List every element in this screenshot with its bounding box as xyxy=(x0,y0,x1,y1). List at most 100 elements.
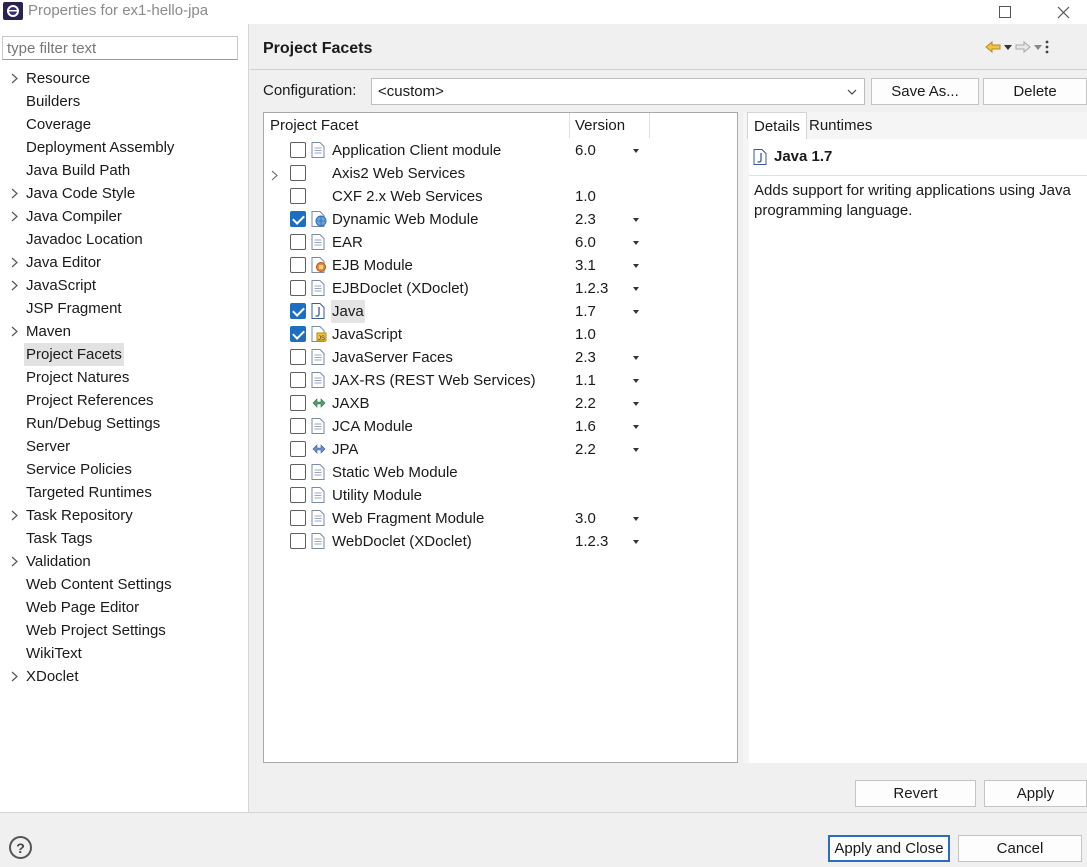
facet-version[interactable]: 6.0 xyxy=(575,139,596,162)
sidebar-item-java-compiler[interactable]: Java Compiler xyxy=(0,205,249,228)
facet-row-webdoclet-xdoclet[interactable]: WebDoclet (XDoclet) 1.2.3 xyxy=(264,530,737,553)
forward-arrow-icon[interactable] xyxy=(1015,39,1031,55)
version-dropdown-icon[interactable] xyxy=(633,448,639,452)
version-dropdown-icon[interactable] xyxy=(633,517,639,521)
facet-checkbox[interactable] xyxy=(290,303,306,319)
version-dropdown-icon[interactable] xyxy=(633,218,639,222)
chevron-right-icon[interactable] xyxy=(8,67,20,90)
sidebar-item-task-repository[interactable]: Task Repository xyxy=(0,504,249,527)
facet-row-axis2-web-services[interactable]: Axis2 Web Services xyxy=(264,162,737,185)
facet-checkbox[interactable] xyxy=(290,372,306,388)
sidebar-item-project-references[interactable]: Project References xyxy=(0,389,249,412)
sidebar-item-wikitext[interactable]: WikiText xyxy=(0,642,249,665)
facet-row-application-client-module[interactable]: Application Client module 6.0 xyxy=(264,139,737,162)
facet-row-cxf-2-x-web-services[interactable]: CXF 2.x Web Services 1.0 xyxy=(264,185,737,208)
chevron-right-icon[interactable] xyxy=(8,665,20,688)
facet-version[interactable]: 3.1 xyxy=(575,254,596,277)
facet-row-javaserver-faces[interactable]: JavaServer Faces 2.3 xyxy=(264,346,737,369)
sidebar-item-server[interactable]: Server xyxy=(0,435,249,458)
close-icon[interactable] xyxy=(1040,0,1086,24)
sidebar-item-java-code-style[interactable]: Java Code Style xyxy=(0,182,249,205)
sidebar-item-java-build-path[interactable]: Java Build Path xyxy=(0,159,249,182)
sidebar-item-xdoclet[interactable]: XDoclet xyxy=(0,665,249,688)
chevron-right-icon[interactable] xyxy=(271,168,279,181)
facet-checkbox[interactable] xyxy=(290,395,306,411)
facet-row-ear[interactable]: EAR 6.0 xyxy=(264,231,737,254)
sidebar-item-run-debug-settings[interactable]: Run/Debug Settings xyxy=(0,412,249,435)
back-arrow-icon[interactable] xyxy=(985,39,1001,55)
facet-checkbox[interactable] xyxy=(290,211,306,227)
version-dropdown-icon[interactable] xyxy=(633,425,639,429)
apply-and-close-button[interactable]: Apply and Close xyxy=(828,835,950,862)
chevron-right-icon[interactable] xyxy=(8,320,20,343)
facet-row-jca-module[interactable]: JCA Module 1.6 xyxy=(264,415,737,438)
sidebar-item-builders[interactable]: Builders xyxy=(0,90,249,113)
facet-version[interactable]: 2.2 xyxy=(575,392,596,415)
version-dropdown-icon[interactable] xyxy=(633,287,639,291)
chevron-right-icon[interactable] xyxy=(8,182,20,205)
revert-button[interactable]: Revert xyxy=(855,780,976,807)
sidebar-item-java-editor[interactable]: Java Editor xyxy=(0,251,249,274)
facet-version[interactable]: 1.7 xyxy=(575,300,596,323)
facet-version[interactable]: 2.3 xyxy=(575,346,596,369)
facet-version[interactable]: 6.0 xyxy=(575,231,596,254)
facet-version[interactable]: 2.2 xyxy=(575,438,596,461)
facet-row-jax-rs-rest-web-services[interactable]: JAX-RS (REST Web Services) 1.1 xyxy=(264,369,737,392)
facet-row-jpa[interactable]: JPA 2.2 xyxy=(264,438,737,461)
facet-checkbox[interactable] xyxy=(290,533,306,549)
cancel-button[interactable]: Cancel xyxy=(958,835,1082,862)
facet-checkbox[interactable] xyxy=(290,234,306,250)
delete-button[interactable]: Delete xyxy=(983,78,1087,105)
save-as-button[interactable]: Save As... xyxy=(871,78,979,105)
sidebar-item-resource[interactable]: Resource xyxy=(0,67,249,90)
facet-checkbox[interactable] xyxy=(290,142,306,158)
sidebar-item-task-tags[interactable]: Task Tags xyxy=(0,527,249,550)
facet-version[interactable]: 1.1 xyxy=(575,369,596,392)
facet-version[interactable]: 1.2.3 xyxy=(575,530,608,553)
version-dropdown-icon[interactable] xyxy=(633,264,639,268)
facet-checkbox[interactable] xyxy=(290,188,306,204)
back-dropdown-icon[interactable] xyxy=(1003,39,1013,55)
version-dropdown-icon[interactable] xyxy=(633,241,639,245)
help-icon[interactable]: ? xyxy=(9,836,32,859)
sidebar-item-javadoc-location[interactable]: Javadoc Location xyxy=(0,228,249,251)
facet-checkbox[interactable] xyxy=(290,349,306,365)
column-header-version[interactable]: Version xyxy=(575,113,625,138)
sidebar-item-service-policies[interactable]: Service Policies xyxy=(0,458,249,481)
sidebar-item-javascript[interactable]: JavaScript xyxy=(0,274,249,297)
facet-checkbox[interactable] xyxy=(290,257,306,273)
facet-version[interactable]: 1.6 xyxy=(575,415,596,438)
version-dropdown-icon[interactable] xyxy=(633,402,639,406)
version-dropdown-icon[interactable] xyxy=(633,310,639,314)
chevron-right-icon[interactable] xyxy=(8,251,20,274)
chevron-right-icon[interactable] xyxy=(8,504,20,527)
version-dropdown-icon[interactable] xyxy=(633,540,639,544)
facet-checkbox[interactable] xyxy=(290,487,306,503)
filter-input[interactable] xyxy=(2,36,238,60)
facet-row-utility-module[interactable]: Utility Module xyxy=(264,484,737,507)
sidebar-item-deployment-assembly[interactable]: Deployment Assembly xyxy=(0,136,249,159)
facet-version[interactable]: 2.3 xyxy=(575,208,596,231)
column-header-facet[interactable]: Project Facet xyxy=(270,113,358,138)
facet-row-static-web-module[interactable]: Static Web Module xyxy=(264,461,737,484)
forward-dropdown-icon[interactable] xyxy=(1033,39,1043,55)
facet-row-ejbdoclet-xdoclet[interactable]: EJBDoclet (XDoclet) 1.2.3 xyxy=(264,277,737,300)
facet-row-java[interactable]: Java 1.7 xyxy=(264,300,737,323)
facet-row-web-fragment-module[interactable]: Web Fragment Module 3.0 xyxy=(264,507,737,530)
chevron-right-icon[interactable] xyxy=(8,274,20,297)
version-dropdown-icon[interactable] xyxy=(633,149,639,153)
tab-runtimes[interactable]: Runtimes xyxy=(803,112,878,139)
chevron-right-icon[interactable] xyxy=(8,205,20,228)
facet-version[interactable]: 3.0 xyxy=(575,507,596,530)
facet-row-dynamic-web-module[interactable]: Dynamic Web Module 2.3 xyxy=(264,208,737,231)
version-dropdown-icon[interactable] xyxy=(633,379,639,383)
tab-details[interactable]: Details xyxy=(747,112,807,139)
sidebar-item-coverage[interactable]: Coverage xyxy=(0,113,249,136)
facet-version[interactable]: 1.2.3 xyxy=(575,277,608,300)
facet-checkbox[interactable] xyxy=(290,464,306,480)
sidebar-item-project-natures[interactable]: Project Natures xyxy=(0,366,249,389)
sidebar-item-maven[interactable]: Maven xyxy=(0,320,249,343)
apply-button[interactable]: Apply xyxy=(984,780,1087,807)
sidebar-item-project-facets[interactable]: Project Facets xyxy=(0,343,249,366)
facet-row-ejb-module[interactable]: EJB Module 3.1 xyxy=(264,254,737,277)
